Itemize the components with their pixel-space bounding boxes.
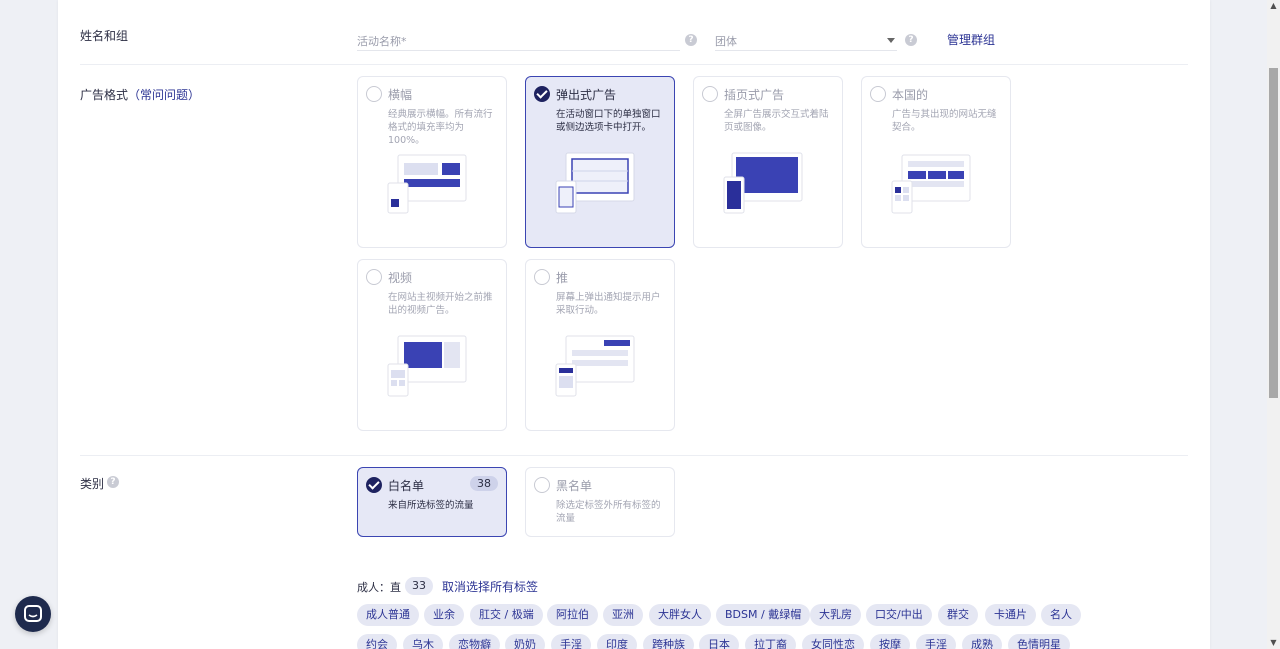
tag-chip[interactable]: 业余: [424, 604, 464, 626]
chat-launcher-button[interactable]: [15, 596, 51, 632]
format-card-push[interactable]: 推 屏幕上弹出通知提示用户采取行动。: [525, 259, 675, 431]
card-title: 横幅: [388, 88, 413, 102]
scroll-down-icon[interactable]: ▼: [1269, 639, 1278, 647]
group-help-icon[interactable]: ?: [905, 34, 917, 46]
radio-unchecked[interactable]: [534, 269, 550, 285]
tag-chip[interactable]: 大胖女人: [649, 604, 711, 626]
category-label: 类别: [80, 477, 105, 491]
tag-chip[interactable]: 日本: [699, 634, 739, 649]
banner-illustration-icon: [387, 154, 467, 214]
tag-chip[interactable]: 群交: [938, 604, 978, 626]
format-card-video[interactable]: 视频 在网站主视频开始之前推出的视频广告。: [357, 259, 507, 431]
tag-chip[interactable]: 成人普通: [357, 604, 419, 626]
blacklist-card[interactable]: 黑名单 除选定标签外所有标签的流量: [525, 467, 675, 537]
whitelist-card[interactable]: 白名单 38 来自所选标签的流量: [357, 467, 507, 537]
divider: [80, 64, 1188, 65]
native-illustration-icon: [891, 154, 971, 214]
radio-checked-icon[interactable]: [534, 86, 550, 102]
tag-chip[interactable]: 成熟: [962, 634, 1002, 649]
tag-chip[interactable]: 阿拉伯: [547, 604, 598, 626]
format-card-banner[interactable]: 横幅 经典展示横幅。所有流行格式的填充率均为 100%。: [357, 76, 507, 248]
tag-chip[interactable]: 乌木: [403, 634, 443, 649]
radio-unchecked[interactable]: [366, 86, 382, 102]
card-title: 插页式广告: [724, 88, 785, 102]
blacklist-title: 黑名单: [556, 479, 593, 493]
tag-group-count-badge: 33: [405, 577, 433, 595]
whitelist-title: 白名单: [388, 479, 425, 493]
interstitial-illustration-icon: [723, 152, 803, 214]
card-desc: 在活动窗口下的单独窗口或侧边选项卡中打开。: [556, 109, 661, 133]
tag-chip[interactable]: BDSM / 戴绿帽: [716, 604, 811, 626]
deselect-all-tags-link[interactable]: 取消选择所有标签: [442, 578, 538, 595]
tag-chip[interactable]: 恋物癖: [449, 634, 500, 649]
whitelist-count-badge: 38: [470, 476, 498, 491]
format-card-native[interactable]: 本国的 广告与其出现的网站无缝契合。: [861, 76, 1011, 248]
faq-link[interactable]: （常问问题）: [128, 88, 200, 102]
blacklist-desc: 除选定标签外所有标签的流量: [556, 500, 661, 524]
tag-chip[interactable]: 大乳房: [810, 604, 861, 626]
card-title: 推: [556, 271, 569, 285]
group-select[interactable]: 团体: [715, 29, 897, 51]
tag-chip[interactable]: 拉丁裔: [745, 634, 796, 649]
tag-chip[interactable]: 印度: [597, 634, 637, 649]
radio-checked-icon[interactable]: [366, 477, 382, 493]
popunder-illustration-icon: [555, 152, 635, 214]
radio-unchecked[interactable]: [534, 477, 550, 493]
format-card-interstitial[interactable]: 插页式广告 全屏广告展示交互式着陆页或图像。: [693, 76, 843, 248]
divider: [80, 455, 1188, 456]
chat-bubble-icon: [24, 605, 42, 622]
chevron-down-icon: [887, 38, 895, 43]
ad-format-label-text: 广告格式: [80, 88, 129, 102]
card-desc: 在网站主视频开始之前推出的视频广告。: [388, 292, 493, 316]
card-desc: 广告与其出现的网站无缝契合。: [892, 109, 997, 133]
card-title: 视频: [388, 271, 413, 285]
tag-chip[interactable]: 口交/中出: [866, 604, 932, 626]
tag-chip[interactable]: 按摩: [870, 634, 910, 649]
format-card-popunder[interactable]: 弹出式广告 在活动窗口下的单独窗口或侧边选项卡中打开。: [525, 76, 675, 248]
tag-chip[interactable]: 名人: [1041, 604, 1081, 626]
radio-unchecked[interactable]: [702, 86, 718, 102]
tag-chip[interactable]: 亚洲: [603, 604, 643, 626]
tag-chip[interactable]: 手淫: [551, 634, 591, 649]
card-desc: 经典展示横幅。所有流行格式的填充率均为 100%。: [388, 109, 493, 146]
tag-chip[interactable]: 女同性恋: [802, 634, 864, 649]
tag-chip[interactable]: 跨种族: [643, 634, 694, 649]
card-title: 本国的: [892, 88, 929, 102]
card-desc: 屏幕上弹出通知提示用户采取行动。: [556, 292, 661, 316]
name-group-label: 姓名和组: [80, 29, 129, 43]
push-illustration-icon: [555, 335, 635, 397]
radio-unchecked[interactable]: [870, 86, 886, 102]
campaign-name-input[interactable]: 活动名称*: [357, 29, 680, 51]
video-illustration-icon: [387, 335, 467, 397]
manage-groups-link[interactable]: 管理群组: [947, 31, 995, 48]
whitelist-desc: 来自所选标签的流量: [388, 500, 474, 511]
tag-chip[interactable]: 卡通片: [985, 604, 1036, 626]
tag-group-label: 成人：直: [357, 581, 401, 594]
card-title: 弹出式广告: [556, 88, 617, 102]
card-desc: 全屏广告展示交互式着陆页或图像。: [724, 109, 829, 133]
category-help-icon[interactable]: ?: [107, 476, 119, 488]
tag-chip[interactable]: 色情明星: [1008, 634, 1070, 649]
ad-format-label: 广告格式（常问问题）: [80, 86, 200, 103]
scroll-up-icon[interactable]: ▲: [1269, 2, 1278, 10]
campaign-help-icon[interactable]: ?: [685, 34, 697, 46]
radio-unchecked[interactable]: [366, 269, 382, 285]
tag-chip[interactable]: 奶奶: [505, 634, 545, 649]
tag-chip[interactable]: 手淫: [916, 634, 956, 649]
tag-chip[interactable]: 约会: [357, 634, 397, 649]
tag-chip[interactable]: 肛交 / 极端: [470, 604, 543, 626]
scrollbar-thumb[interactable]: [1269, 68, 1278, 398]
